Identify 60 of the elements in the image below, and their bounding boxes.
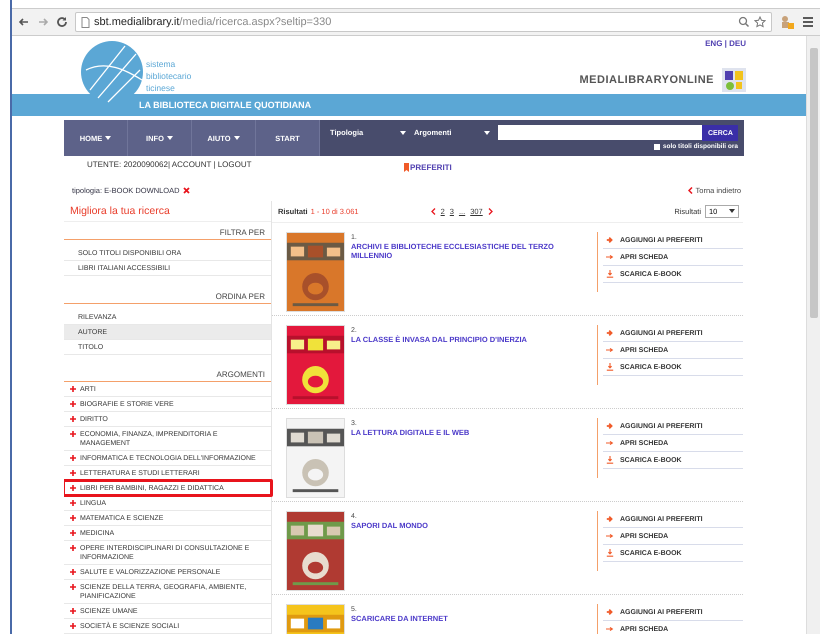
search-field[interactable] xyxy=(498,125,702,140)
plus-icon xyxy=(70,500,76,506)
section-heading: FILTRA PER xyxy=(64,222,271,240)
address-bar[interactable]: sbt.medialibrary.it/media/ricerca.aspx?seltip=330 xyxy=(75,12,772,32)
plus-icon xyxy=(70,431,76,437)
plus-icon xyxy=(70,608,76,614)
zoom-icon[interactable] xyxy=(738,16,750,28)
sidebar-title: Migliora la tua ricerca xyxy=(64,201,271,222)
caret-icon xyxy=(166,136,173,140)
plus-icon xyxy=(70,470,76,476)
download-icon xyxy=(606,549,614,557)
download-icon xyxy=(606,456,614,464)
page-icon xyxy=(81,16,90,28)
plus-icon xyxy=(70,416,76,422)
favorites-link[interactable]: PREFERITI xyxy=(410,162,452,172)
section-heading: ORDINA PER xyxy=(64,286,271,304)
arrow-icon xyxy=(606,422,614,430)
caret-icon xyxy=(729,209,735,213)
language-links[interactable]: ENG | DEU xyxy=(705,39,746,48)
site-tagline: LA BIBLIOTECA DIGITALE QUOTIDIANA xyxy=(139,100,312,110)
back-icon[interactable] xyxy=(18,16,30,28)
download-icon xyxy=(606,363,614,371)
brand-name: MEDIALIBRARYONLINE xyxy=(580,74,714,86)
checkbox[interactable] xyxy=(654,144,660,150)
arrow-icon xyxy=(606,515,614,523)
menu-icon[interactable] xyxy=(802,16,814,28)
plus-icon xyxy=(70,455,76,461)
bookmark-icon xyxy=(404,162,409,172)
plus-icon xyxy=(70,584,76,590)
caret-icon xyxy=(484,130,490,134)
arrow-icon xyxy=(606,439,614,447)
arrow-icon xyxy=(606,253,614,261)
user-links[interactable]: UTENTE: 2020090062| ACCOUNT | LOGOUT xyxy=(87,160,337,174)
plus-icon xyxy=(70,569,76,575)
plus-icon xyxy=(70,401,76,407)
plus-icon xyxy=(70,530,76,536)
arrow-icon xyxy=(606,346,614,354)
caret-icon xyxy=(400,130,406,134)
plus-icon xyxy=(70,545,76,551)
plus-icon xyxy=(70,485,76,491)
star-icon[interactable] xyxy=(754,16,766,28)
download-icon xyxy=(606,270,614,278)
chevron-icon xyxy=(688,187,693,194)
logo-icon xyxy=(722,68,746,92)
arrow-icon xyxy=(606,625,614,633)
arrow-icon xyxy=(606,608,614,616)
chevron-icon[interactable] xyxy=(488,208,493,215)
arrow-icon xyxy=(606,532,614,540)
scrollbar-thumb[interactable] xyxy=(810,48,818,318)
chevron-icon[interactable] xyxy=(430,208,436,215)
plus-icon xyxy=(70,515,76,521)
remove-icon[interactable] xyxy=(182,187,190,194)
caret-icon xyxy=(105,136,112,140)
arrow-icon xyxy=(606,236,614,244)
logo-text: sistema bibliotecario ticinese xyxy=(146,58,192,94)
reload-icon[interactable] xyxy=(56,16,68,28)
caret-icon xyxy=(234,136,240,140)
plus-icon xyxy=(70,386,76,392)
arrow-icon xyxy=(606,329,614,337)
plus-icon xyxy=(70,623,76,629)
